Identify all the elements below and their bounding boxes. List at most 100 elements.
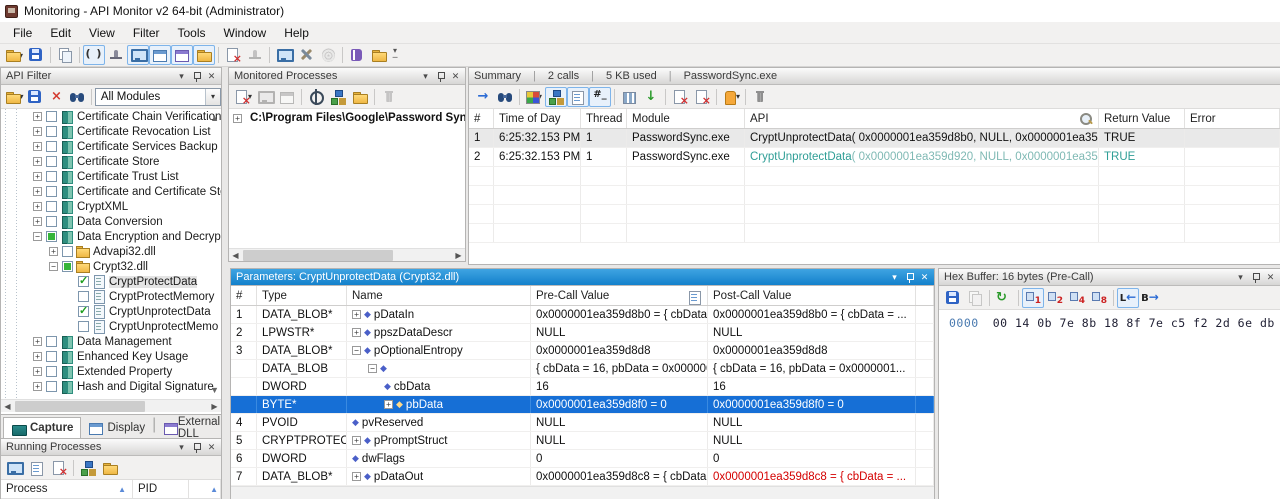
pane-menu-button[interactable]: ▾ (175, 441, 188, 454)
monitor-new-process-button[interactable] (222, 45, 244, 65)
monitored-process-item[interactable]: + C:\Program Files\Google\Password Sync\… (229, 109, 465, 127)
hex-refresh-button[interactable]: ↻ (993, 288, 1015, 308)
column--[interactable]: # (469, 109, 494, 128)
scroll-up-icon[interactable]: ▲ (210, 485, 218, 494)
decode-values-button[interactable]: #_ (589, 87, 611, 107)
pane-close-button[interactable]: ✕ (449, 70, 462, 83)
pane-pin-button[interactable] (190, 441, 203, 454)
menu-view[interactable]: View (80, 23, 124, 43)
expand-collapse-icon[interactable]: − (352, 346, 361, 355)
tree-item[interactable]: +CryptXML (1, 199, 221, 214)
column-api[interactable]: API (745, 109, 1099, 128)
expand-plus-icon[interactable]: + (49, 247, 58, 256)
filter-save-button[interactable] (25, 87, 46, 107)
expand-plus-icon[interactable]: + (352, 328, 361, 337)
call-tree-toggle-button[interactable] (545, 87, 567, 107)
expand-plus-icon[interactable]: + (33, 217, 42, 226)
highlight-colors-button[interactable]: ▾ (523, 87, 545, 107)
column-time-of-day[interactable]: Time of Day (494, 109, 581, 128)
expand-collapse-icon[interactable]: − (368, 364, 377, 373)
checkbox[interactable] (62, 246, 73, 257)
tab-capture[interactable]: Capture (3, 417, 81, 438)
menu-edit[interactable]: Edit (41, 23, 80, 43)
expand-plus-icon[interactable]: + (352, 436, 361, 445)
column-name[interactable]: Name (347, 286, 531, 305)
hex-save-button[interactable] (942, 288, 964, 308)
save-button[interactable] (25, 45, 47, 65)
checkbox[interactable] (46, 171, 57, 182)
stop-monitoring-button[interactable] (276, 87, 298, 107)
tree-item[interactable]: +Certificate Chain Verification (1, 109, 221, 124)
update-button[interactable] (368, 45, 390, 65)
menu-tools[interactable]: Tools (169, 23, 215, 43)
scroll-left-icon[interactable]: ◀ (1, 400, 14, 413)
scroll-down-icon[interactable]: ▼ (210, 385, 219, 395)
tree-item[interactable]: +Certificate Trust List (1, 169, 221, 184)
checkbox[interactable] (78, 291, 89, 302)
tree-item[interactable]: +Extended Property (1, 364, 221, 379)
expand-plus-icon[interactable]: + (33, 157, 42, 166)
checkbox[interactable] (78, 306, 89, 317)
display-options-button[interactable] (273, 45, 295, 65)
column--[interactable]: # (231, 286, 257, 305)
pane-close-button[interactable]: ✕ (1264, 271, 1277, 284)
clear-calls-button[interactable] (749, 87, 771, 107)
parameter-row[interactable]: 1DATA_BLOB*+◆pDataIn0x0000001ea359d8b0 =… (231, 306, 934, 324)
column-pid[interactable]: PID (133, 480, 189, 498)
parameter-row[interactable]: BYTE*+◆pbData0x0000001ea359d8f0 = 00x000… (231, 396, 934, 414)
pane-close-button[interactable]: ✕ (205, 70, 218, 83)
column-module[interactable]: Module (627, 109, 745, 128)
fingerprint-button[interactable] (317, 45, 339, 65)
tree-item[interactable]: +Advapi32.dll (1, 244, 221, 259)
go-to-call-button[interactable]: → (472, 87, 494, 107)
parameter-row[interactable]: 7DATA_BLOB*+◆pDataOut0x0000001ea359d8c8 … (231, 468, 934, 486)
open-file-button[interactable]: ▾ (3, 45, 25, 65)
expand-plus-icon[interactable]: + (233, 114, 242, 123)
pane-pin-button[interactable] (434, 70, 447, 83)
find-button[interactable] (494, 87, 516, 107)
tree-item[interactable]: CryptUnprotectMemo (1, 319, 221, 334)
checkbox[interactable] (46, 216, 57, 227)
toggle-right-pane-button[interactable] (171, 45, 193, 65)
tree-item[interactable]: +Certificate and Certificate Sto (1, 184, 221, 199)
api-search-icon[interactable] (1078, 111, 1094, 127)
pane-menu-button[interactable]: ▾ (1234, 271, 1247, 284)
show-parameters-button[interactable]: ( ) (83, 45, 105, 65)
pane-pin-button[interactable] (190, 70, 203, 83)
tree-item[interactable]: +Certificate Revocation List (1, 124, 221, 139)
pane-pin-button[interactable] (1249, 271, 1262, 284)
monitored-processes-hscrollbar[interactable]: ◀ ▶ (229, 248, 465, 261)
expand-plus-icon[interactable]: + (33, 337, 42, 346)
group-4-byte-button[interactable] (1066, 288, 1088, 308)
expand-plus-icon[interactable]: + (33, 187, 42, 196)
column-error[interactable]: Error (1185, 109, 1280, 128)
pane-close-button[interactable]: ✕ (918, 271, 931, 284)
parameter-row[interactable]: 6DWORD◆dwFlags00 (231, 450, 934, 468)
filter-open-button[interactable]: ▾ (4, 87, 25, 107)
expand-plus-icon[interactable]: + (384, 400, 393, 409)
precall-options-icon[interactable] (687, 289, 703, 305)
tree-item[interactable]: +Enhanced Key Usage (1, 349, 221, 364)
breakpoint-button[interactable] (105, 45, 127, 65)
summary-row[interactable]: 26:25:32.153 PM1PasswordSync.exeCryptUnp… (469, 148, 1280, 167)
scrollbar-thumb[interactable] (15, 401, 145, 412)
terminate-process-button[interactable] (48, 458, 70, 478)
delete-process-button[interactable] (378, 87, 400, 107)
expand-plus-icon[interactable]: + (33, 382, 42, 391)
pause-capture-button[interactable] (244, 45, 266, 65)
group-8-byte-button[interactable] (1088, 288, 1110, 308)
column-post-call-value[interactable]: Post-Call Value (708, 286, 916, 305)
column-pre-call-value[interactable]: Pre-Call Value (531, 286, 708, 305)
checkbox[interactable] (46, 186, 57, 197)
break-on-call-button[interactable]: ▾ (720, 87, 742, 107)
pane-pin-button[interactable] (903, 271, 916, 284)
monitor-new-process-button[interactable]: ▾ (232, 87, 254, 107)
tree-item[interactable]: +Data Conversion (1, 214, 221, 229)
process-properties-button[interactable] (349, 87, 371, 107)
tree-item[interactable]: +Certificate Services Backup an (1, 139, 221, 154)
checkbox[interactable] (78, 276, 89, 287)
tree-item[interactable]: +Data Management (1, 334, 221, 349)
tree-item[interactable]: −Crypt32.dll (1, 259, 221, 274)
expand-plus-icon[interactable]: + (33, 112, 42, 121)
tab-external-dll[interactable]: External DLL (156, 417, 231, 438)
